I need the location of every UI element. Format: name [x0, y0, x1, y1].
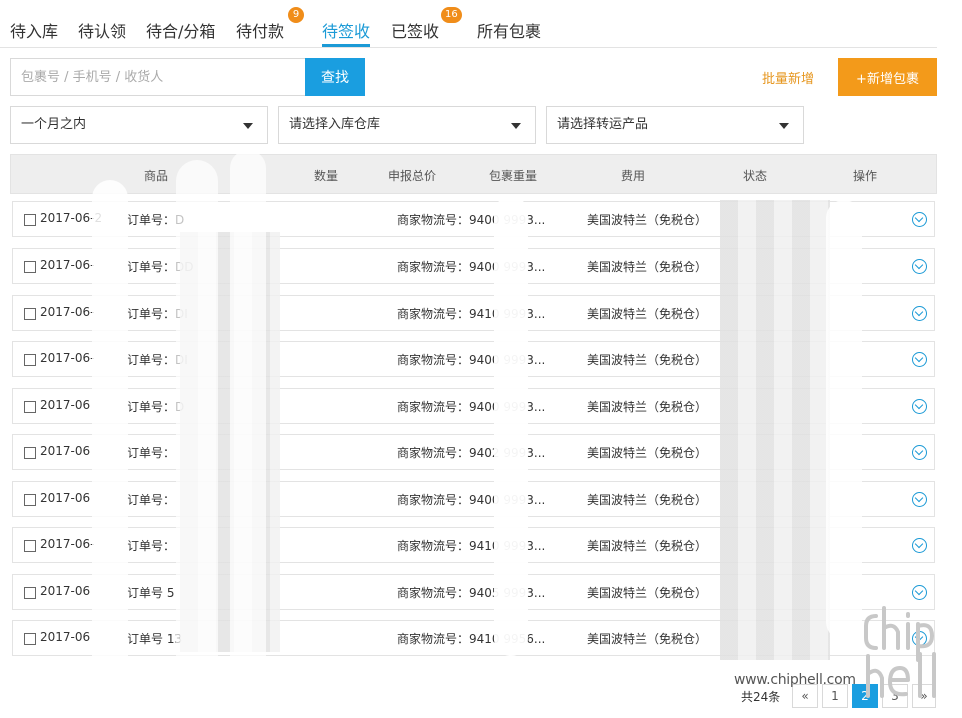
pending-payment-count-badge: 9: [288, 7, 304, 23]
add-package-button[interactable]: +新增包裹: [838, 58, 937, 96]
status-tabs: 待入库 待认领 待合/分箱 待付款 9 待签收 已签收 16 所有包裹: [0, 0, 937, 48]
row-order-number: 订单号：: [127, 446, 176, 460]
column-header-weight: 包裹重量: [489, 169, 538, 183]
column-header-actions: 操作: [853, 169, 878, 183]
row-product: 美国波特兰（免税仓）: [587, 213, 708, 227]
row-checkbox[interactable]: [24, 354, 36, 366]
expand-chevron-icon[interactable]: [912, 259, 927, 274]
tab-pending-payment[interactable]: 待付款 9: [236, 7, 304, 42]
redaction-mosaic: [720, 200, 830, 660]
redaction-brush: [230, 150, 266, 710]
row-date: 2017-06-: [40, 305, 95, 319]
row-checkbox[interactable]: [24, 261, 36, 273]
row-date: 2017-06: [40, 491, 91, 505]
expand-chevron-icon[interactable]: [912, 538, 927, 553]
row-checkbox[interactable]: [24, 633, 36, 645]
expand-chevron-icon[interactable]: [912, 212, 927, 227]
chevron-down-icon: [243, 123, 253, 129]
row-order-number: 订单号 5: [127, 586, 175, 600]
chevron-down-icon: [779, 123, 789, 129]
expand-chevron-icon[interactable]: [912, 492, 927, 507]
row-order-number: 订单号：: [127, 493, 176, 507]
row-product: 美国波特兰（免税仓）: [587, 632, 708, 646]
row-checkbox[interactable]: [24, 540, 36, 552]
row-product: 美国波特兰（免税仓）: [587, 260, 708, 274]
table-header: 商品 数量 申报总价 包裹重量 费用 状态 操作: [10, 154, 937, 194]
row-order-number: 订单号 13: [127, 632, 183, 646]
column-header-goods: 商品: [144, 169, 169, 183]
row-order-number: 订单号：: [127, 539, 176, 553]
signed-count-badge: 16: [441, 7, 462, 23]
product-select[interactable]: 请选择转运产品: [546, 106, 804, 144]
row-checkbox[interactable]: [24, 447, 36, 459]
row-checkbox[interactable]: [24, 214, 36, 226]
expand-chevron-icon[interactable]: [912, 306, 927, 321]
row-checkbox[interactable]: [24, 308, 36, 320]
row-checkbox[interactable]: [24, 494, 36, 506]
time-range-select[interactable]: 一个月之内: [10, 106, 268, 144]
expand-chevron-icon[interactable]: [912, 585, 927, 600]
chiphell-logo-icon: [864, 606, 936, 698]
tab-signed[interactable]: 已签收 16: [391, 7, 462, 42]
row-date: 2017-06: [40, 398, 91, 412]
column-header-declared-value: 申报总价: [388, 169, 437, 183]
tab-all-packages[interactable]: 所有包裹: [477, 18, 541, 42]
row-date: 2017-06-: [40, 258, 95, 272]
chevron-down-icon: [511, 123, 521, 129]
tab-pending-sign[interactable]: 待签收: [322, 18, 371, 47]
total-count: 共24条: [741, 690, 781, 704]
warehouse-select[interactable]: 请选择入库仓库: [278, 106, 536, 144]
expand-chevron-icon[interactable]: [912, 399, 927, 414]
row-date: 2017-06-: [40, 537, 95, 551]
expand-chevron-icon[interactable]: [912, 352, 927, 367]
tab-pending-inbound[interactable]: 待入库: [10, 18, 58, 42]
column-header-status: 状态: [743, 169, 768, 183]
row-checkbox[interactable]: [24, 401, 36, 413]
watermark-site: www.chiphell.com: [734, 672, 856, 688]
row-date: 2017-06: [40, 444, 91, 458]
row-product: 美国波特兰（免税仓）: [587, 400, 708, 414]
redaction-brush: [92, 180, 128, 700]
row-product: 美国波特兰（免税仓）: [587, 493, 708, 507]
row-date: 2017-06-: [40, 351, 95, 365]
redaction-brush: [494, 196, 528, 656]
column-header-fee: 费用: [621, 169, 646, 183]
row-product: 美国波特兰（免税仓）: [587, 586, 708, 600]
tab-pending-merge-split[interactable]: 待合/分箱: [146, 18, 215, 42]
redaction-brush: [176, 160, 218, 700]
row-product: 美国波特兰（免税仓）: [587, 307, 708, 321]
row-date: 2017-06: [40, 584, 91, 598]
row-checkbox[interactable]: [24, 587, 36, 599]
redaction-brush: [826, 200, 862, 640]
column-header-quantity: 数量: [314, 169, 339, 183]
row-product: 美国波特兰（免税仓）: [587, 539, 708, 553]
row-date: 2017-06: [40, 630, 91, 644]
row-product: 美国波特兰（免税仓）: [587, 446, 708, 460]
batch-add-link[interactable]: 批量新增: [762, 68, 814, 87]
tab-pending-claim[interactable]: 待认领: [78, 18, 126, 42]
expand-chevron-icon[interactable]: [912, 445, 927, 460]
row-product: 美国波特兰（免税仓）: [587, 353, 708, 367]
search-input[interactable]: [10, 58, 306, 96]
search-button[interactable]: 查找: [305, 58, 365, 96]
